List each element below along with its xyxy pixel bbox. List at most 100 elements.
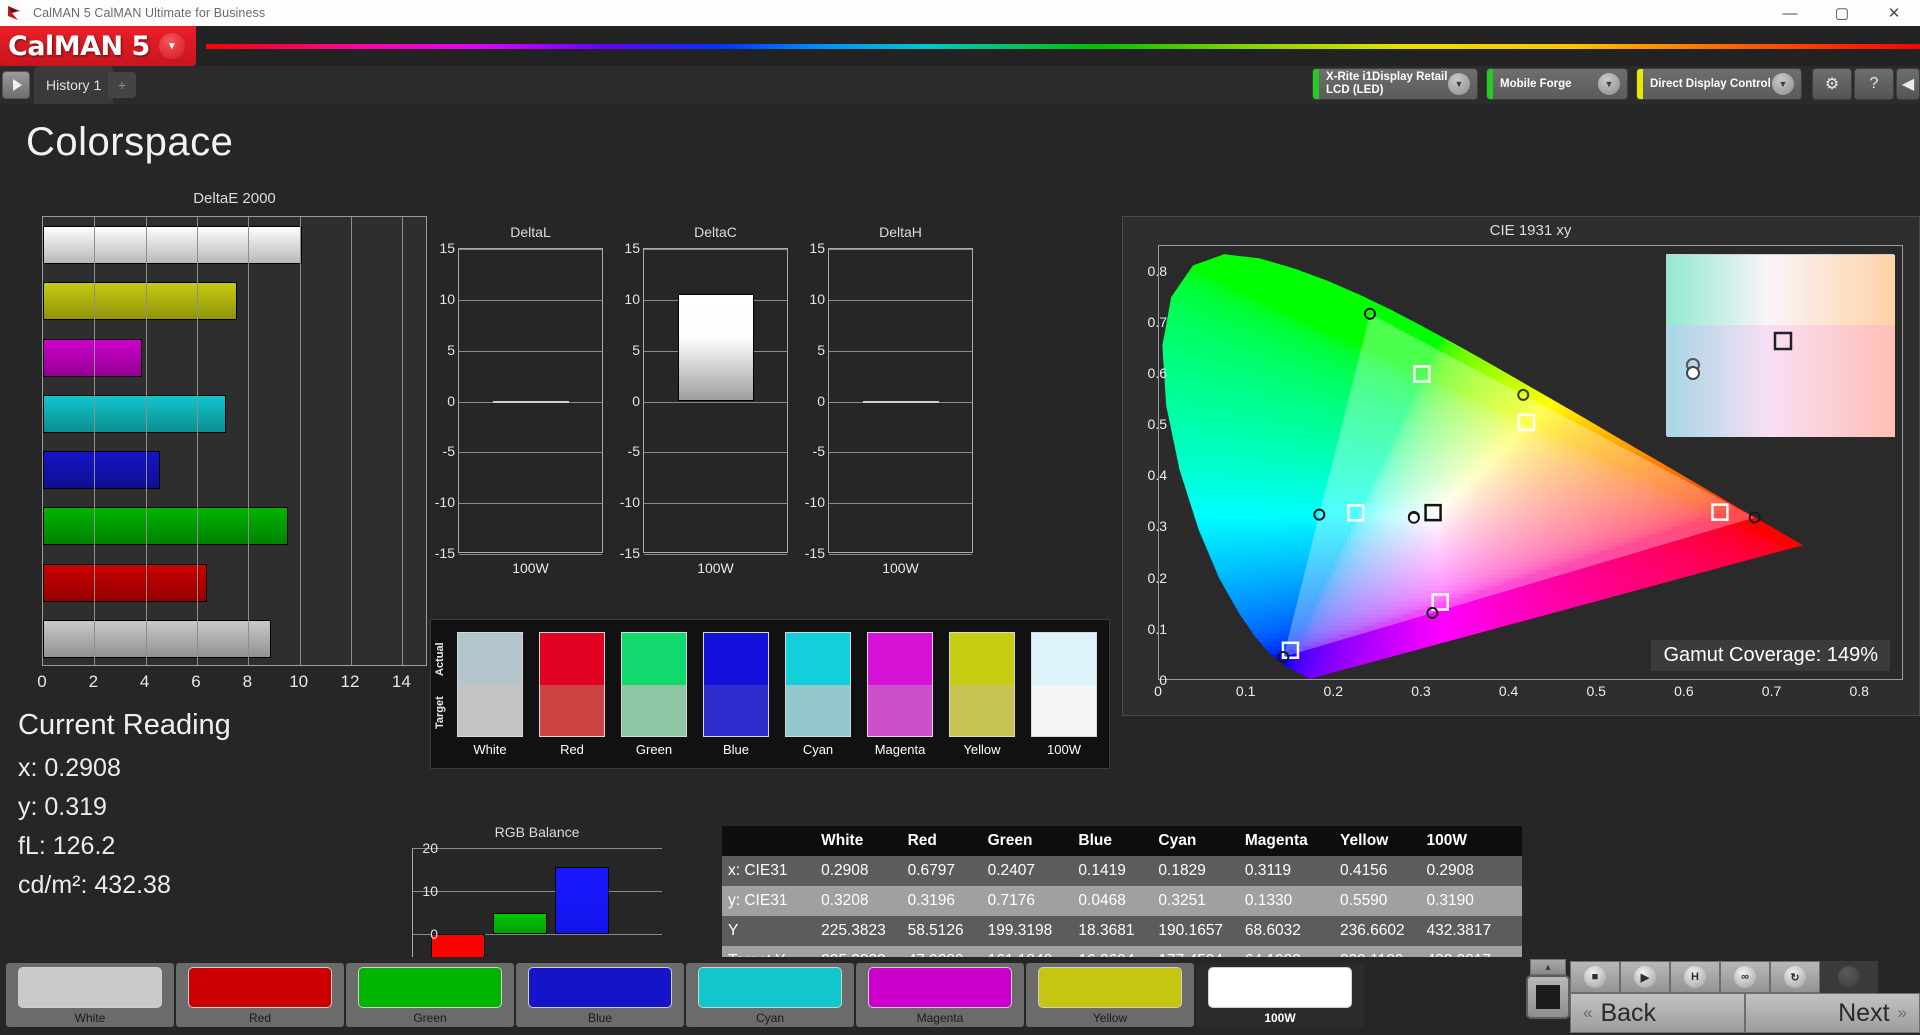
deltae-bar-magenta — [43, 338, 142, 377]
close-button[interactable]: ✕ — [1868, 0, 1920, 26]
color-patch-green[interactable]: Green — [346, 963, 514, 1027]
table-column-header: Yellow — [1336, 826, 1423, 856]
cie-y-tick: 0.8 — [1148, 263, 1167, 279]
cie-y-tick: 0.3 — [1148, 518, 1167, 534]
deltah-y-tick: 15 — [799, 240, 825, 256]
cie-x-tick: 0.3 — [1411, 683, 1430, 699]
swatch-column-green — [621, 632, 687, 737]
collapse-panel-button[interactable]: ◀ — [1896, 68, 1920, 100]
maximize-button[interactable]: ▢ — [1816, 0, 1868, 26]
chevron-down-icon[interactable]: ▼ — [1448, 73, 1470, 95]
back-button-label: Back — [1600, 999, 1656, 1028]
chevron-down-icon[interactable]: ▼ — [158, 33, 185, 59]
gridline — [459, 452, 602, 454]
swatch-label: White — [457, 742, 523, 757]
table-cell: 0.4156 — [1336, 856, 1422, 886]
minimize-button[interactable]: — — [1764, 0, 1816, 26]
reading-fl-value: fL: 126.2 — [18, 832, 378, 861]
deltae-gridline — [299, 217, 301, 665]
measurement-toolbar: ■ ▶ H ∞ ↻ — [1570, 961, 1820, 993]
color-patch-label: Cyan — [756, 1011, 784, 1025]
expand-button[interactable]: ▲ — [1530, 959, 1566, 975]
deltae-gridline — [145, 217, 147, 665]
swatch-column-yellow — [949, 632, 1015, 737]
table-cell: 58.5126 — [904, 916, 984, 946]
deltal-y-tick: 15 — [429, 240, 455, 256]
color-patch-blue[interactable]: Blue — [516, 963, 684, 1027]
color-patch-cyan[interactable]: Cyan — [686, 963, 854, 1027]
refresh-button[interactable]: ↻ — [1770, 961, 1820, 993]
deltah-y-tick: -10 — [799, 494, 825, 510]
source-selector[interactable]: Mobile Forge ▼ — [1486, 68, 1628, 100]
table-column-header: Green — [983, 826, 1075, 856]
color-patch-chip — [1207, 967, 1353, 1008]
color-patch-red[interactable]: Red — [176, 963, 344, 1027]
reading-cdm2-value: cd/m²: 432.38 — [18, 871, 378, 900]
deltae-gridline — [248, 217, 250, 665]
help-button[interactable]: ? — [1854, 68, 1894, 100]
table-column-header: 100W — [1422, 826, 1522, 856]
deltah-y-tick: -5 — [799, 443, 825, 459]
display-control-selector[interactable]: Direct Display Control ▼ — [1636, 68, 1802, 100]
cie-x-tick: 0.4 — [1499, 683, 1518, 699]
rgb-balance-y-tick: 0 — [430, 926, 438, 942]
deltac-y-tick: 0 — [614, 393, 640, 409]
deltac-bar — [678, 293, 754, 402]
target-icon — [1536, 985, 1560, 1009]
color-patch-100w[interactable]: 100W — [1196, 963, 1364, 1027]
color-patch-yellow[interactable]: Yellow — [1026, 963, 1194, 1027]
swatch-actual — [458, 633, 522, 685]
deltal-y-tick: -5 — [429, 443, 455, 459]
target-window-button[interactable] — [1526, 975, 1570, 1019]
deltae-2000-chart-title: DeltaE 2000 — [42, 190, 427, 207]
swatch-actual — [868, 633, 932, 685]
actual-target-swatch-strip: Actual Target White Red Green Blue Cyan Magen… — [430, 619, 1110, 769]
histogram-button[interactable]: H — [1670, 961, 1720, 993]
meter-selector[interactable]: X-Rite i1Display Retail LCD (LED) ▼ — [1312, 68, 1478, 100]
deltae-x-tick: 0 — [37, 672, 46, 692]
color-patch-white[interactable]: White — [6, 963, 174, 1027]
swatch-target — [1032, 684, 1096, 736]
deltae-x-tick: 8 — [243, 672, 252, 692]
color-patch-magenta[interactable]: Magenta — [856, 963, 1024, 1027]
meter-status-indicator-button[interactable] — [1820, 961, 1878, 993]
deltac-y-tick: -5 — [614, 443, 640, 459]
deltal-chart: DeltaL 15 10 5 0 -5 -10 -15 100W — [430, 222, 605, 592]
swatch-actual — [540, 633, 604, 685]
chevron-down-icon[interactable]: ▼ — [1772, 73, 1794, 95]
table-cell: 18.3681 — [1074, 916, 1154, 946]
home-play-button[interactable] — [2, 71, 30, 99]
gamut-coverage-badge: Gamut Coverage: 149% — [1651, 640, 1890, 671]
chevron-down-icon[interactable]: ▼ — [1598, 73, 1620, 95]
deltae-2000-plot-area — [42, 216, 427, 666]
swatch-label: Magenta — [867, 742, 933, 757]
back-button[interactable]: « Back — [1570, 993, 1745, 1033]
swatch-label: Cyan — [785, 742, 851, 757]
rgb-balance-y-tick: 20 — [422, 840, 438, 856]
color-patch-label: Red — [249, 1011, 271, 1025]
continuous-button[interactable]: ∞ — [1720, 961, 1770, 993]
play-button[interactable]: ▶ — [1620, 961, 1670, 993]
table-cell: 0.2407 — [984, 856, 1075, 886]
swatch-column-cyan — [785, 632, 851, 737]
settings-button[interactable]: ⚙ — [1812, 68, 1852, 100]
deltae-x-tick: 14 — [392, 672, 411, 692]
display-control-label: Direct Display Control — [1643, 78, 1772, 91]
next-button[interactable]: Next » — [1745, 993, 1920, 1033]
color-patch-chip — [17, 967, 163, 1008]
cie-y-tick: 0.6 — [1148, 365, 1167, 381]
continuous-icon: ∞ — [1734, 966, 1756, 988]
cie-y-tick: 0.4 — [1148, 467, 1167, 483]
table-cell: 0.1330 — [1241, 886, 1336, 916]
deltal-y-tick: -10 — [429, 494, 455, 510]
stop-button[interactable]: ■ — [1570, 961, 1620, 993]
add-tab-button[interactable]: + — [108, 72, 136, 98]
calman-brand-button[interactable]: CalMAN 5 ▼ — [0, 26, 196, 66]
color-patch-chip — [867, 967, 1013, 1008]
cie-y-tick: 0.5 — [1148, 416, 1167, 432]
swatch-column-100w — [1031, 632, 1097, 737]
color-patch-chip — [187, 967, 333, 1008]
tab-history-1[interactable]: History 1 — [34, 66, 114, 104]
tab-bar: History 1 + — [0, 66, 1920, 104]
deltae-bar-cyan — [43, 394, 226, 433]
